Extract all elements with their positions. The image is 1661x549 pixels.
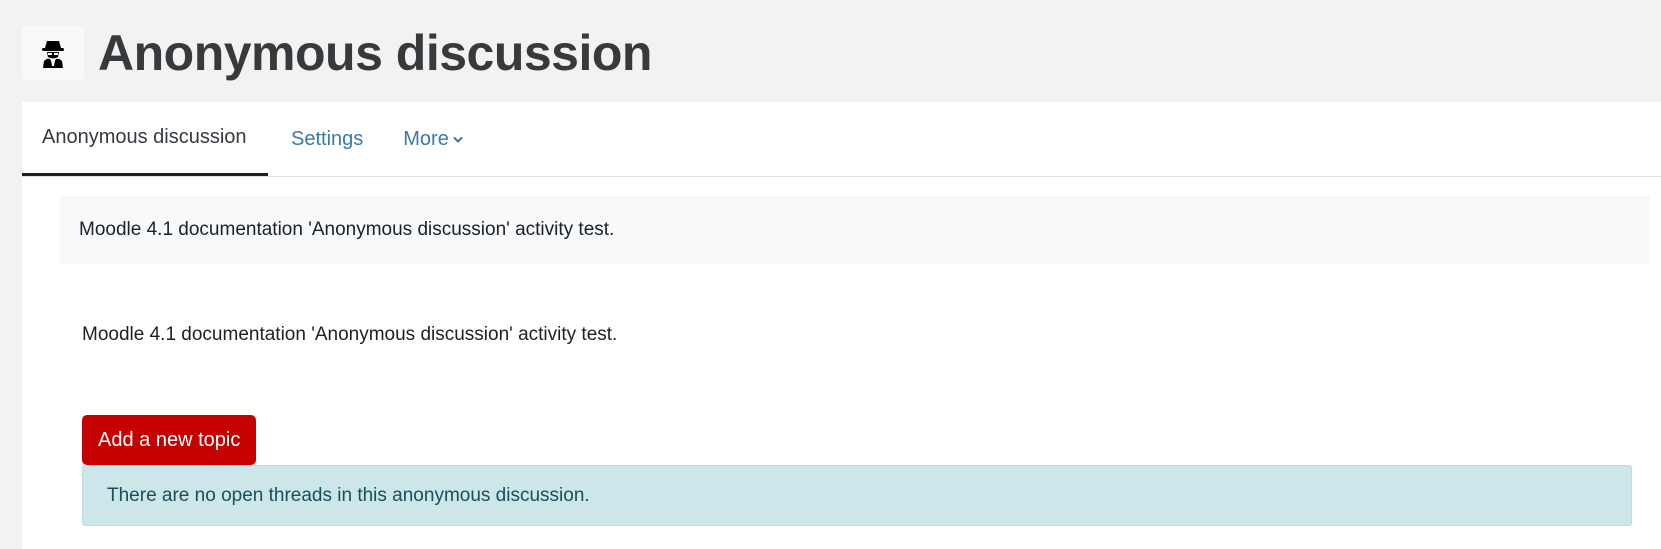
tab-anonymous-discussion[interactable]: Anonymous discussion — [22, 102, 268, 176]
page-header: Anonymous discussion — [22, 26, 652, 80]
chevron-down-icon — [453, 137, 463, 143]
tab-label: Settings — [291, 127, 364, 150]
alert-text: There are no open threads in this anonym… — [107, 484, 590, 506]
tab-settings[interactable]: Settings — [268, 102, 383, 176]
main-card: Anonymous discussion Settings More Moodl… — [22, 102, 1661, 549]
intro-text: Moodle 4.1 documentation 'Anonymous disc… — [79, 219, 615, 240]
add-new-topic-button[interactable]: Add a new topic — [82, 415, 257, 465]
tab-label: More — [403, 127, 449, 150]
no-threads-alert: There are no open threads in this anonym… — [82, 465, 1632, 526]
spy-icon — [42, 41, 64, 68]
tab-label: Anonymous discussion — [42, 126, 247, 148]
activity-icon-box — [22, 26, 84, 80]
secondary-navigation: Anonymous discussion Settings More — [22, 102, 1661, 177]
activity-description: Moodle 4.1 documentation 'Anonymous disc… — [82, 324, 618, 345]
activity-intro: Moodle 4.1 documentation 'Anonymous disc… — [60, 196, 1650, 264]
tab-more[interactable]: More — [383, 102, 483, 176]
page-title: Anonymous discussion — [98, 25, 652, 81]
